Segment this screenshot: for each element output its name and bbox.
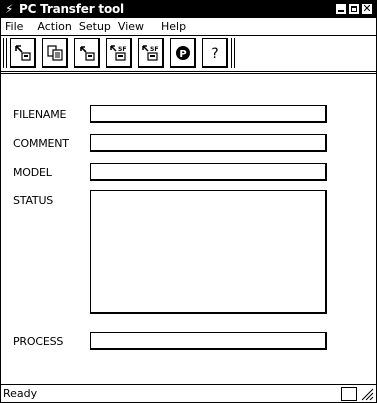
status-area[interactable] [90,190,327,314]
toolbar-divider-2 [1,73,376,74]
menu-file[interactable]: File [1,18,30,35]
help-button[interactable]: ? [202,38,228,68]
download-to-pc-button[interactable] [10,38,36,68]
comment-label: COMMENT [13,137,69,150]
close-button[interactable]: ✕ [361,3,373,15]
process-label: PROCESS [13,335,64,348]
upload-sf-icon: SF [141,44,158,61]
p-circle-button[interactable]: P [170,38,196,68]
process-field[interactable] [90,332,327,350]
resize-grip-icon[interactable] [360,387,374,401]
comment-field[interactable] [90,134,327,152]
window-title: PC Transfer tool [19,2,124,16]
filename-label: FILENAME [13,108,67,121]
app-window: ⚡ PC Transfer tool ✕ File Action Setup V… [0,0,377,403]
window-controls: ✕ [335,3,373,16]
filename-field[interactable] [90,105,327,123]
lightning-bolt-icon: ⚡ [5,2,14,16]
toolbar-grip [3,38,7,68]
upload-button[interactable] [74,38,100,68]
svg-text:P: P [179,49,186,60]
menu-divider [1,35,376,36]
copy-button[interactable] [42,38,68,68]
menu-view[interactable]: View [118,18,151,35]
status-panel [341,387,357,401]
help-icon: ? [211,46,218,62]
menu-bar: File Action Setup View Help [1,18,376,35]
menu-action[interactable]: Action [30,18,78,35]
toolbar-end-separator [231,38,235,68]
copy-icon [46,44,63,61]
model-field[interactable] [90,163,327,181]
title-bar[interactable]: ⚡ PC Transfer tool ✕ [1,1,376,18]
svg-text:SF: SF [118,46,126,53]
download-sf-icon: SF [109,44,126,61]
svg-text:?: ? [211,46,218,62]
download-sf-button[interactable]: SF [106,38,132,68]
maximize-button[interactable] [348,3,360,15]
toolbar: SF SF P ? [3,37,235,69]
toolbar-divider [1,71,376,72]
status-bar: Ready [1,384,376,403]
model-label: MODEL [13,166,52,179]
status-text: Ready [3,387,38,400]
menu-help[interactable]: Help [151,18,193,35]
svg-text:SF: SF [150,46,158,53]
minimize-button[interactable] [335,3,347,15]
menu-setup[interactable]: Setup [79,18,118,35]
status-label: STATUS [13,194,54,207]
upload-icon [79,45,95,61]
upload-sf-button[interactable]: SF [138,38,164,68]
download-to-pc-icon [14,44,31,61]
p-circle-icon: P [175,45,190,60]
